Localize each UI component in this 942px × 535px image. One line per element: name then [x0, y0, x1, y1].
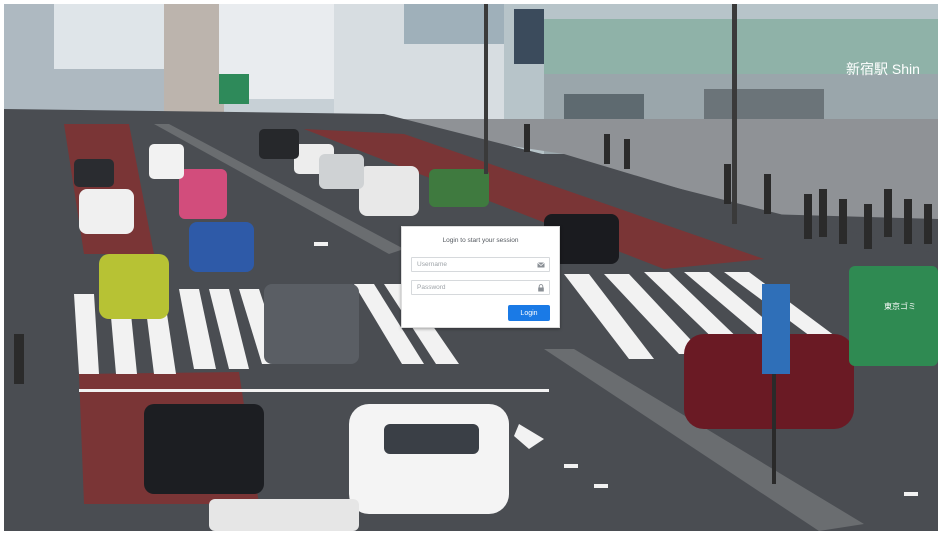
truck-sign-text: 東京ゴミ — [884, 301, 916, 311]
envelope-icon — [537, 262, 545, 268]
login-title: Login to start your session — [442, 237, 519, 244]
username-input[interactable] — [412, 258, 549, 271]
lock-icon — [538, 284, 544, 292]
background-frame: 新宿駅 Shin 東京ゴミ Login to start your sessio… — [4, 4, 938, 531]
login-button[interactable]: Login — [508, 305, 550, 321]
username-field[interactable] — [411, 257, 550, 272]
store-sign-text: 新宿駅 Shin — [846, 61, 920, 77]
password-input[interactable] — [412, 281, 549, 294]
password-field[interactable] — [411, 280, 550, 295]
login-card: Login to start your session Login — [401, 226, 560, 328]
